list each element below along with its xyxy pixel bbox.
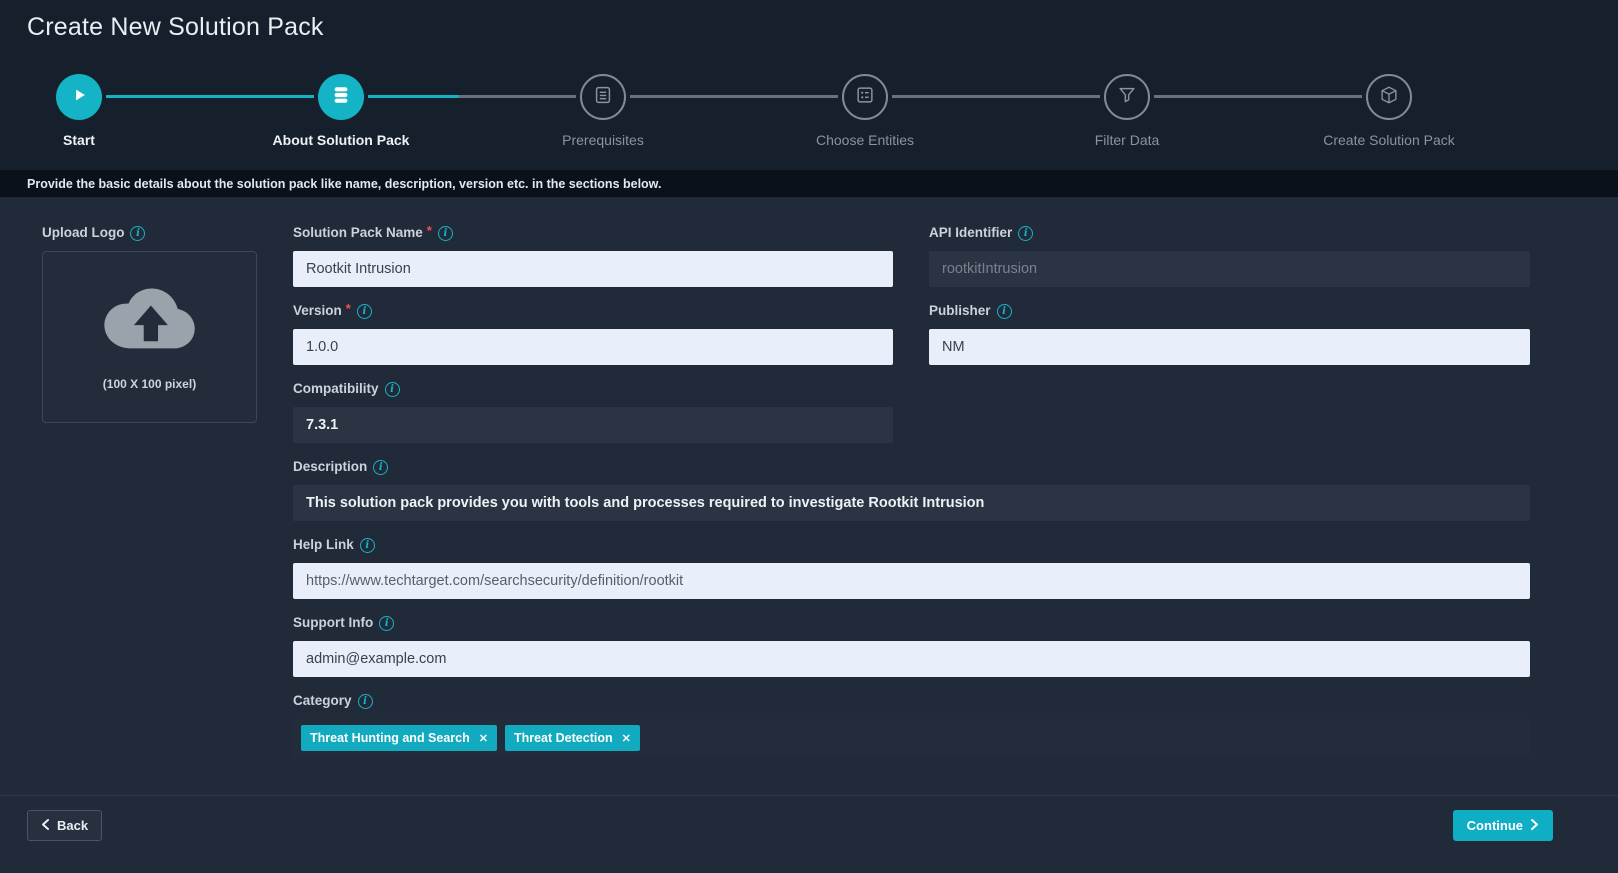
entities-icon — [854, 84, 876, 111]
field-category: Category Threat Hunting and Search ✕ Thr… — [293, 691, 1530, 757]
funnel-icon — [1116, 84, 1138, 111]
package-icon — [1378, 84, 1400, 111]
support-info-label: Support Info — [293, 615, 374, 630]
info-icon[interactable] — [437, 225, 453, 241]
step-label: Create Solution Pack — [1323, 132, 1455, 148]
field-version: Version * — [293, 301, 893, 365]
step-about-solution-pack[interactable]: About Solution Pack — [210, 54, 472, 170]
remove-tag-icon[interactable]: ✕ — [622, 732, 631, 745]
chevron-right-icon — [1530, 818, 1539, 833]
remove-tag-icon[interactable]: ✕ — [479, 732, 488, 745]
step-start-circle[interactable] — [56, 74, 102, 120]
step-prerequisites[interactable]: Prerequisites — [472, 54, 734, 170]
info-icon[interactable] — [1018, 225, 1034, 241]
step-label: About Solution Pack — [272, 132, 410, 148]
description-input[interactable] — [293, 485, 1530, 521]
back-button[interactable]: Back — [27, 810, 103, 841]
info-icon[interactable] — [384, 381, 400, 397]
required-mark: * — [426, 223, 432, 238]
info-icon[interactable] — [357, 693, 373, 709]
field-solution-pack-name: Solution Pack Name * — [293, 223, 893, 287]
info-icon[interactable] — [359, 537, 375, 553]
database-icon — [330, 84, 352, 111]
category-label: Category — [293, 693, 352, 708]
info-bar: Provide the basic details about the solu… — [0, 170, 1618, 197]
description-label: Description — [293, 459, 368, 474]
field-help-link: Help Link — [293, 535, 1530, 599]
info-icon[interactable] — [130, 225, 146, 241]
version-input[interactable] — [293, 329, 893, 365]
chevron-left-icon — [41, 818, 50, 833]
step-start[interactable]: Start — [0, 54, 210, 170]
cloud-upload-icon — [100, 284, 200, 357]
info-icon[interactable] — [379, 615, 395, 631]
api-identifier-label: API Identifier — [929, 225, 1013, 240]
checklist-icon — [592, 84, 614, 111]
field-api-identifier: API Identifier — [929, 223, 1530, 287]
upload-logo-section: Upload Logo (100 X 100 pixel) — [42, 223, 257, 795]
step-prerequisites-circle[interactable] — [580, 74, 626, 120]
info-icon[interactable] — [356, 303, 372, 319]
solution-pack-form: Solution Pack Name* API Identifier — [293, 223, 1530, 795]
api-identifier-input — [929, 251, 1530, 287]
play-icon — [69, 85, 89, 110]
step-choose-entities[interactable]: Choose Entities — [734, 54, 996, 170]
form-content: Upload Logo (100 X 100 pixel) S — [0, 197, 1618, 795]
compatibility-input[interactable] — [293, 407, 893, 443]
info-bar-text: Provide the basic details about the solu… — [27, 176, 662, 191]
info-icon[interactable] — [373, 459, 389, 475]
step-label: Start — [63, 132, 95, 148]
step-choose-entities-circle[interactable] — [842, 74, 888, 120]
step-label: Filter Data — [1094, 132, 1160, 148]
step-label: Prerequisites — [562, 132, 644, 148]
step-filter-data-circle[interactable] — [1104, 74, 1150, 120]
continue-button[interactable]: Continue — [1452, 810, 1553, 841]
category-tag: Threat Detection ✕ — [504, 725, 640, 751]
help-link-input[interactable] — [293, 563, 1530, 599]
required-mark: * — [345, 301, 351, 316]
support-info-input[interactable] — [293, 641, 1530, 677]
compatibility-label: Compatibility — [293, 381, 379, 396]
step-label: Choose Entities — [815, 132, 915, 148]
tag-label: Threat Hunting and Search — [310, 731, 470, 745]
category-tags-input[interactable]: Threat Hunting and Search ✕ Threat Detec… — [293, 719, 1530, 757]
step-filter-data[interactable]: Filter Data — [996, 54, 1258, 170]
upload-logo-label: Upload Logo — [42, 225, 125, 240]
create-solution-pack-page: Create New Solution Pack Start About Sol… — [0, 0, 1618, 873]
page-title: Create New Solution Pack — [27, 12, 324, 41]
version-label: Version — [293, 303, 342, 318]
wizard-footer: Back Continue — [0, 795, 1618, 873]
tag-label: Threat Detection — [513, 731, 613, 745]
publisher-input[interactable] — [929, 329, 1530, 365]
field-compatibility: Compatibility — [293, 379, 893, 443]
info-icon[interactable] — [996, 303, 1012, 319]
field-description: Description — [293, 457, 1530, 521]
step-about-circle[interactable] — [318, 74, 364, 120]
wizard-stepper: Start About Solution Pack Prerequisites … — [0, 54, 1618, 170]
page-header: Create New Solution Pack — [0, 0, 1618, 54]
back-button-label: Back — [57, 818, 89, 833]
solution-pack-name-input[interactable] — [293, 251, 893, 287]
upload-logo-hint: (100 X 100 pixel) — [102, 376, 197, 391]
upload-logo-dropzone[interactable]: (100 X 100 pixel) — [42, 251, 257, 423]
field-publisher: Publisher — [929, 301, 1530, 365]
step-create-solution-pack[interactable]: Create Solution Pack — [1258, 54, 1520, 170]
solution-pack-name-label: Solution Pack Name — [293, 225, 423, 240]
category-tag: Threat Hunting and Search ✕ — [301, 725, 497, 751]
continue-button-label: Continue — [1466, 818, 1523, 833]
field-support-info: Support Info — [293, 613, 1530, 677]
publisher-label: Publisher — [929, 303, 991, 318]
help-link-label: Help Link — [293, 537, 354, 552]
step-create-circle[interactable] — [1366, 74, 1412, 120]
